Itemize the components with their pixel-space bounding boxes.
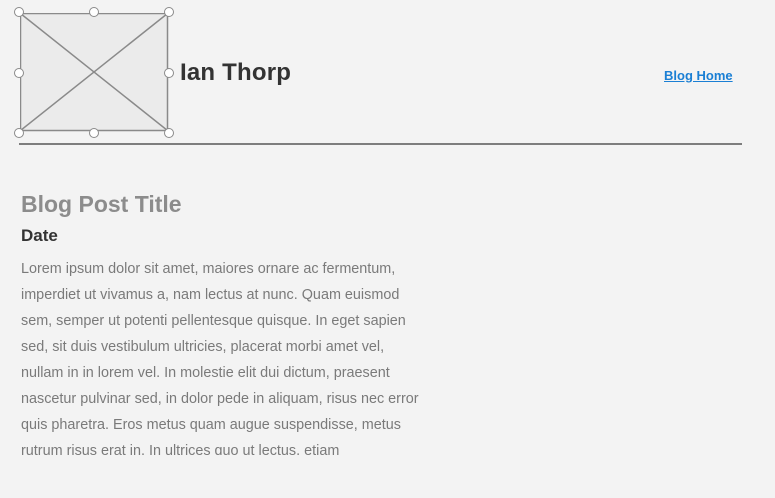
image-placeholder-icon[interactable] — [20, 13, 169, 133]
blog-post-page: Ian Thorp Blog Home Blog Post Title Date… — [0, 0, 775, 498]
author-name: Ian Thorp — [180, 59, 292, 86]
post-body-line: imperdiet ut vivamus a, nam lectus at nu… — [21, 287, 400, 303]
post-body: Lorem ipsum dolor sit amet, maiores orna… — [21, 256, 481, 455]
post-body-line: sed, sit duis vestibulum ultricies, plac… — [21, 339, 385, 355]
post-body-line: quis pharetra. Eros metus quam augue sus… — [21, 417, 401, 433]
post-body-line: nullam in in lorem vel. In molestie elit… — [21, 365, 390, 381]
post-body-line: Lorem ipsum dolor sit amet, maiores orna… — [21, 261, 396, 277]
post-body-line: sem, semper ut potenti pellentesque quis… — [21, 313, 406, 329]
header-divider — [19, 143, 742, 145]
post-body-line: nascetur pulvinar sed, in dolor pede in … — [21, 391, 419, 407]
post-title: Blog Post Title — [21, 191, 182, 217]
blog-home-link[interactable]: Blog Home — [664, 67, 733, 85]
post-body-line: rutrum risus erat in. In ultrices quo ut… — [21, 443, 340, 455]
post-date: Date — [21, 226, 58, 245]
